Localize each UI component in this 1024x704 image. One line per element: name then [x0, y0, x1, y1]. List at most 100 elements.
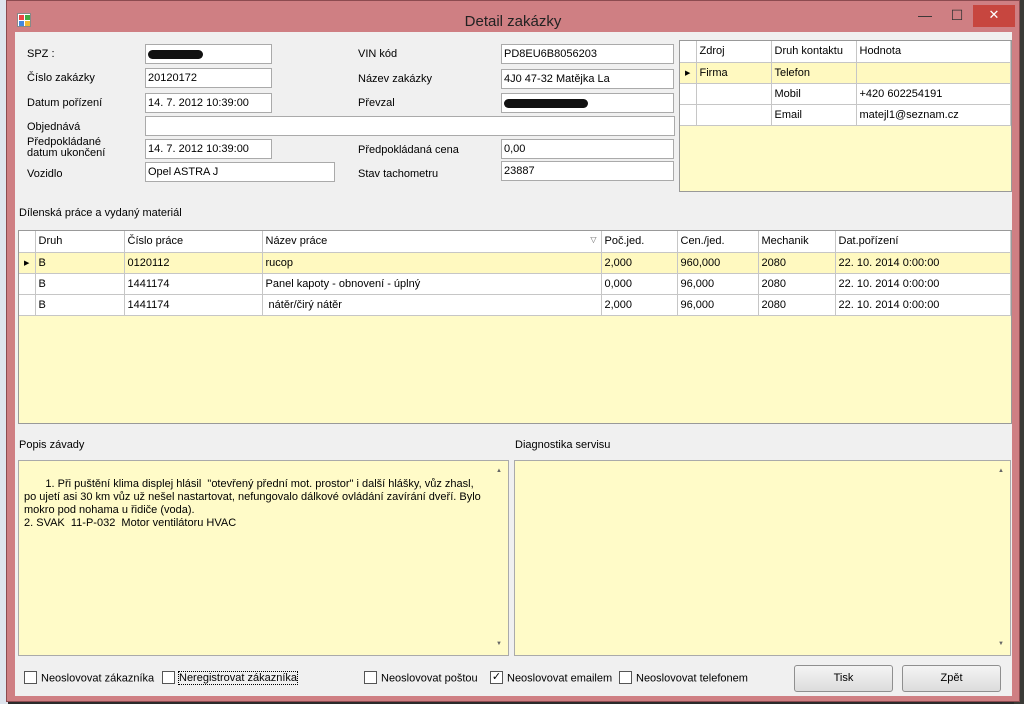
cell-mechanik[interactable]: 2080 [758, 273, 836, 295]
cell-poc-jed[interactable]: 0,000 [601, 273, 678, 295]
cell-zdroj[interactable]: Firma [696, 62, 772, 84]
cell-hodnota[interactable]: matejl1@seznam.cz [856, 104, 1011, 126]
diagnostika-scrollbar[interactable]: ▲ ▼ [994, 461, 1010, 655]
neoslovovat-postou-checkbox[interactable]: Neoslovovat poštou [364, 671, 478, 685]
prevzal-label: Převzal [358, 97, 395, 109]
checkbox-box[interactable] [619, 671, 632, 684]
row-header [19, 294, 36, 316]
current-row-marker-icon: ▶ [19, 252, 36, 274]
predpokladane-datum-field[interactable]: 14. 7. 2012 10:39:00 [145, 139, 272, 159]
column-header-druh[interactable]: Druh [35, 231, 125, 253]
cell-poc-jed[interactable]: 2,000 [601, 252, 678, 274]
column-header-hodnota[interactable]: Hodnota [856, 41, 1011, 63]
cell-dat-porizeni[interactable]: 22. 10. 2014 0:00:00 [835, 252, 1011, 274]
cell-mechanik[interactable]: 2080 [758, 294, 836, 316]
column-header-mechanik[interactable]: Mechanik [758, 231, 836, 253]
checkbox-box[interactable] [162, 671, 175, 684]
neoslovovat-telefonem-checkbox[interactable]: Neoslovovat telefonem [619, 671, 748, 685]
table-row[interactable]: B 1441174 nátěr/čirý nátěr 2,000 96,000 … [19, 294, 1011, 316]
column-header-cislo-prace[interactable]: Číslo práce [124, 231, 263, 253]
vin-label: VIN kód [358, 48, 398, 60]
column-header-druh-kontaktu[interactable]: Druh kontaktu [771, 41, 857, 63]
cell-druh[interactable]: B [35, 294, 125, 316]
row-header-corner [19, 231, 36, 253]
zpet-button[interactable]: Zpět [902, 665, 1001, 692]
cell-cen-jed[interactable]: 960,000 [677, 252, 759, 274]
row-header [680, 83, 697, 105]
cell-cislo-prace[interactable]: 0120112 [124, 252, 263, 274]
cell-hodnota[interactable] [856, 62, 1011, 84]
redaction-mark [148, 49, 203, 59]
cell-dat-porizeni[interactable]: 22. 10. 2014 0:00:00 [835, 273, 1011, 295]
vin-field[interactable]: PD8EU6B8056203 [501, 44, 674, 64]
close-button[interactable]: ✕ [973, 5, 1015, 27]
scroll-down-icon[interactable]: ▼ [998, 638, 1004, 651]
cell-cislo-prace[interactable]: 1441174 [124, 294, 263, 316]
predpokladana-cena-field[interactable]: 0,00 [501, 139, 674, 159]
window-title: Detail zakázky [464, 13, 562, 30]
cell-hodnota[interactable]: +420 602254191 [856, 83, 1011, 105]
cell-nazev-prace[interactable]: rucop [262, 252, 602, 274]
spz-field[interactable] [145, 44, 272, 64]
tisk-button[interactable]: Tisk [794, 665, 893, 692]
neoslovovat-postou-label: Neoslovovat poštou [381, 672, 478, 685]
column-header-dat-porizeni[interactable]: Dat.pořízení [835, 231, 1011, 253]
filter-icon[interactable]: ▽ [590, 235, 596, 244]
cell-cen-jed[interactable]: 96,000 [677, 273, 759, 295]
popis-scrollbar[interactable]: ▲ ▼ [492, 461, 508, 655]
row-header [19, 273, 36, 295]
scroll-up-icon[interactable]: ▲ [998, 465, 1004, 478]
cell-zdroj[interactable] [696, 83, 772, 105]
neoslovovat-emailem-checkbox[interactable]: ✓ Neoslovovat emailem [490, 671, 612, 685]
column-header-poc-jed[interactable]: Poč.jed. [601, 231, 678, 253]
cell-dat-porizeni[interactable]: 22. 10. 2014 0:00:00 [835, 294, 1011, 316]
column-header-nazev-prace[interactable]: Název práce ▽ [262, 231, 602, 253]
cell-cislo-prace[interactable]: 1441174 [124, 273, 263, 295]
contacts-grid[interactable]: Zdroj Druh kontaktu Hodnota ▶ Firma Tele… [679, 40, 1012, 192]
cell-nazev-prace[interactable]: nátěr/čirý nátěr [262, 294, 602, 316]
column-header-cen-jed[interactable]: Cen./jed. [677, 231, 759, 253]
cell-poc-jed[interactable]: 2,000 [601, 294, 678, 316]
cell-nazev-prace[interactable]: Panel kapoty - obnovení - úplný [262, 273, 602, 295]
table-row[interactable]: ▶ B 0120112 rucop 2,000 960,000 2080 22.… [19, 252, 1011, 274]
scroll-down-icon[interactable]: ▼ [496, 638, 502, 651]
neoslovovat-zakaznika-checkbox[interactable]: Neoslovovat zákazníka [24, 671, 154, 685]
column-header-zdroj[interactable]: Zdroj [696, 41, 772, 63]
neregistrovat-zakaznika-label: Neregistrovat zákazníka [178, 671, 298, 686]
table-row[interactable]: B 1441174 Panel kapoty - obnovení - úpln… [19, 273, 1011, 295]
cislo-zakazky-field[interactable]: 20120172 [145, 68, 272, 88]
diagnostika-servisu-textarea[interactable]: ▲ ▼ [514, 460, 1011, 656]
minimize-button[interactable]: — [910, 5, 940, 27]
checkmark-icon[interactable]: ✓ [490, 671, 503, 684]
nazev-zakazky-label: Název zakázky [358, 73, 432, 85]
predpokladane-datum-label: Předpokládané datum ukončení [27, 137, 105, 159]
prevzal-field[interactable] [501, 93, 674, 113]
cell-zdroj[interactable] [696, 104, 772, 126]
table-row[interactable]: Mobil +420 602254191 [680, 83, 1011, 105]
datum-porizeni-field[interactable]: 14. 7. 2012 10:39:00 [145, 93, 272, 113]
cell-druh[interactable]: Telefon [771, 62, 857, 84]
maximize-button[interactable]: ☐ [942, 5, 972, 27]
popis-zavady-textarea[interactable]: 1. Při puštění klima displej hlásil "ote… [18, 460, 509, 656]
cell-druh[interactable]: Mobil [771, 83, 857, 105]
work-grid[interactable]: Druh Číslo práce Název práce ▽ Poč.jed. C… [18, 230, 1012, 424]
table-row[interactable]: Email matejl1@seznam.cz [680, 104, 1011, 126]
stav-tachometru-field[interactable]: 23887 [501, 161, 674, 181]
cell-druh[interactable]: B [35, 273, 125, 295]
neregistrovat-zakaznika-checkbox[interactable]: Neregistrovat zákazníka [162, 671, 298, 686]
checkbox-box[interactable] [24, 671, 37, 684]
cell-druh[interactable]: B [35, 252, 125, 274]
stav-tachometru-label: Stav tachometru [358, 168, 439, 180]
scroll-up-icon[interactable]: ▲ [496, 465, 502, 478]
checkbox-box[interactable] [364, 671, 377, 684]
table-row[interactable]: ▶ Firma Telefon [680, 62, 1011, 84]
nazev-zakazky-field[interactable]: 4J0 47-32 Matějka La [501, 69, 674, 89]
detail-window: Detail zakázky — ☐ ✕ SPZ : Číslo zakázky… [6, 0, 1020, 702]
form-client-area: SPZ : Číslo zakázky 20120172 Datum poříz… [15, 32, 1012, 696]
cell-druh[interactable]: Email [771, 104, 857, 126]
cell-mechanik[interactable]: 2080 [758, 252, 836, 274]
current-row-marker-icon: ▶ [680, 62, 697, 84]
objednava-field[interactable] [145, 116, 675, 136]
vozidlo-field[interactable]: Opel ASTRA J [145, 162, 335, 182]
cell-cen-jed[interactable]: 96,000 [677, 294, 759, 316]
